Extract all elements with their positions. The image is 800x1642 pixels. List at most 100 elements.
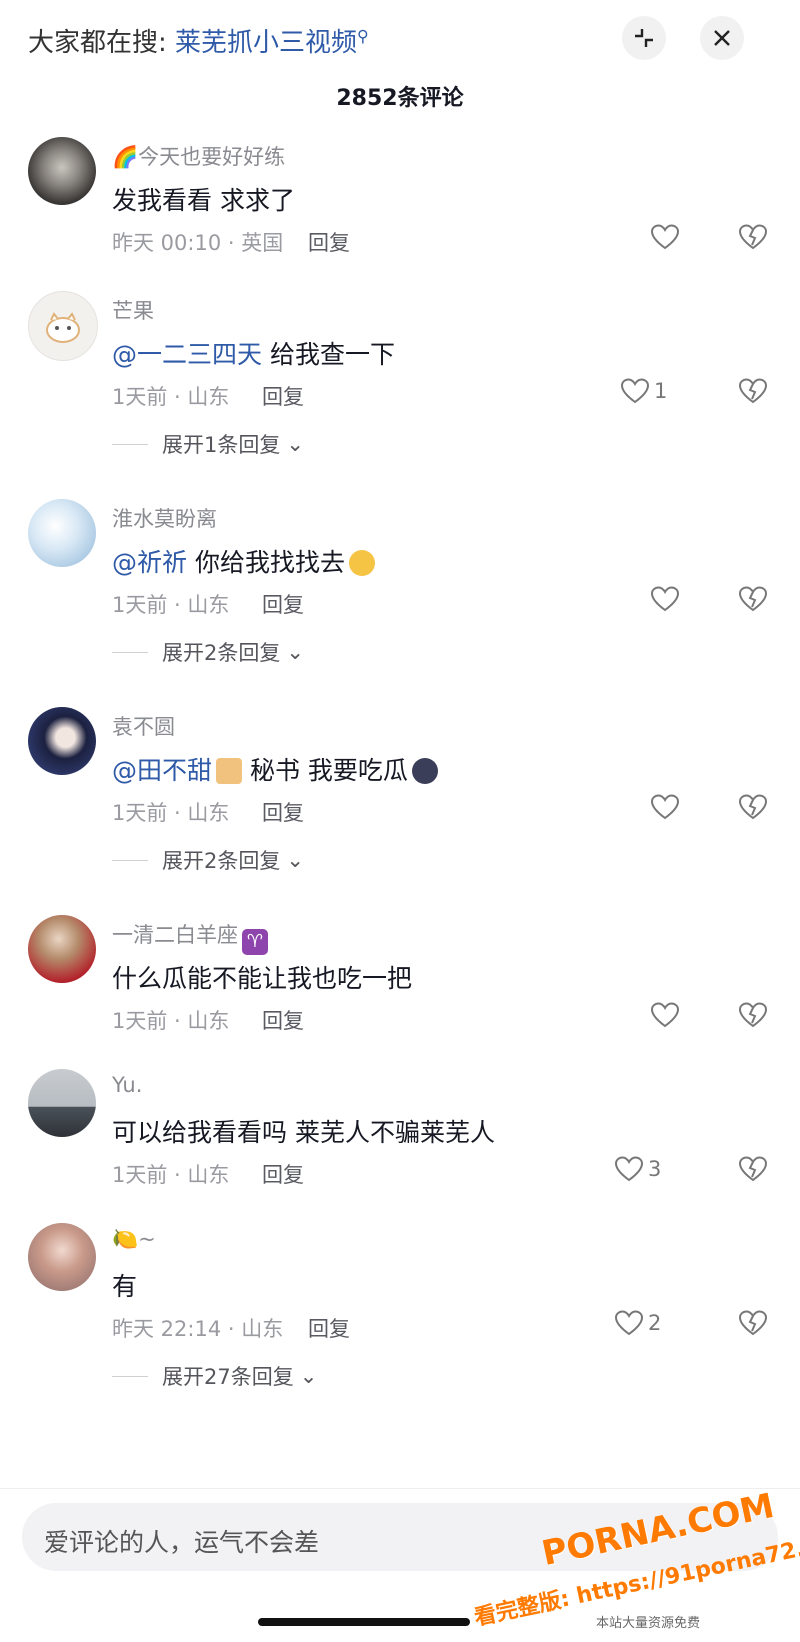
search-icon: ⚲ — [357, 26, 369, 46]
like-button[interactable] — [650, 793, 684, 821]
dislike-button[interactable] — [738, 223, 768, 255]
reply-button[interactable]: 回复 — [262, 1005, 304, 1035]
comment-text: 有 — [112, 1267, 137, 1303]
chevron-down-icon: ⌄ — [286, 848, 304, 872]
comment-time-location: 1天前 · 山东 — [112, 1163, 230, 1187]
like-button[interactable]: 2 — [614, 1309, 661, 1337]
home-indicator — [258, 1618, 470, 1626]
reply-button[interactable]: 回复 — [308, 1313, 350, 1343]
comment-body: 你给我找找去 — [187, 548, 345, 577]
like-button[interactable] — [650, 585, 684, 613]
close-icon — [714, 30, 730, 46]
avatar[interactable] — [28, 707, 96, 775]
avatar[interactable] — [28, 1223, 96, 1291]
dislike-button[interactable] — [738, 1001, 768, 1033]
comment-body: 可以给我看看吗 莱芜人不骗莱芜人 — [112, 1118, 495, 1147]
like-button[interactable]: 1 — [620, 377, 667, 405]
expand-replies[interactable]: 展开1条回复 ⌄ — [112, 429, 304, 459]
heart-icon — [650, 1002, 680, 1028]
comment-text: 什么瓜能不能让我也吃一把 — [112, 959, 412, 995]
reply-button[interactable]: 回复 — [262, 1159, 304, 1189]
comment-time-location: 1天前 · 山东 — [112, 801, 230, 825]
cat-avatar-icon — [46, 312, 80, 343]
comment-author-label[interactable]: 一清二白羊座 — [112, 923, 238, 947]
comment-input-placeholder: 爱评论的人，运气不会差 — [44, 1528, 320, 1557]
search-prefix: 大家都在搜: — [28, 28, 176, 58]
broken-heart-icon — [738, 586, 768, 612]
close-button[interactable] — [700, 16, 744, 60]
divider-line — [112, 1375, 148, 1377]
like-button[interactable]: 3 — [614, 1155, 661, 1183]
heart-icon — [650, 224, 680, 250]
comment-author[interactable]: 🍋~ — [112, 1227, 156, 1252]
reply-button[interactable]: 回复 — [262, 589, 304, 619]
dislike-button[interactable] — [738, 585, 768, 617]
reply-button[interactable]: 回复 — [262, 381, 304, 411]
broken-heart-icon — [738, 794, 768, 820]
chevron-down-icon: ⌄ — [286, 432, 304, 456]
chevron-down-icon: ⌄ — [286, 640, 304, 664]
comment-author[interactable]: 淮水莫盼离 — [112, 503, 217, 533]
comment-count-title: 2852条评论 — [336, 86, 464, 111]
divider-line — [112, 859, 148, 861]
like-button[interactable] — [650, 223, 684, 251]
divider-line — [112, 651, 148, 653]
avatar[interactable] — [28, 499, 96, 567]
like-count: 2 — [648, 1311, 662, 1335]
avatar[interactable] — [28, 1069, 96, 1137]
expand-replies-label: 展开1条回复 — [162, 433, 281, 457]
comment-author: 一清二白羊座 ♈ — [112, 919, 268, 955]
comment-author[interactable]: 袁不圆 — [112, 711, 175, 741]
comment-body: 有 — [112, 1272, 138, 1301]
dislike-button[interactable] — [738, 1155, 768, 1187]
expand-replies-label: 展开2条回复 — [162, 641, 281, 665]
comment-body: 发我看看 求求了 — [112, 186, 295, 215]
broken-heart-icon — [738, 224, 768, 250]
expand-replies-label: 展开2条回复 — [162, 849, 281, 873]
dark-face-emoji-icon — [411, 758, 438, 784]
cake-emoji-icon — [216, 758, 243, 784]
dislike-button[interactable] — [738, 793, 768, 825]
like-button[interactable] — [650, 1001, 684, 1029]
avatar[interactable] — [28, 137, 96, 205]
watermark-note: 本站大量资源免费 — [596, 1616, 701, 1631]
search-keyword-link[interactable]: 莱芜抓小三视频 — [175, 28, 357, 58]
comment-mention[interactable]: @田不甜 — [112, 756, 212, 785]
expand-replies[interactable]: 展开2条回复 ⌄ — [112, 637, 304, 667]
search-suggestion[interactable]: 大家都在搜: 莱芜抓小三视频⚲ — [28, 22, 369, 59]
collapse-icon — [635, 29, 653, 47]
reply-button[interactable]: 回复 — [262, 797, 304, 827]
reply-button[interactable]: 回复 — [308, 227, 350, 257]
avatar[interactable] — [28, 291, 98, 361]
comment-text: @田不甜 秘书 我要吃瓜 — [112, 751, 438, 787]
avatar[interactable] — [28, 915, 96, 983]
comment-time-location: 昨天 00:10 · 英国 — [112, 231, 284, 255]
chevron-down-icon: ⌄ — [299, 1364, 318, 1388]
collapse-button[interactable] — [622, 16, 666, 60]
comment-time-location: 昨天 22:14 · 山东 — [112, 1317, 284, 1341]
broken-heart-icon — [738, 1002, 768, 1028]
comment-author[interactable]: Yu. — [112, 1073, 142, 1097]
heart-icon — [650, 586, 680, 612]
broken-heart-icon — [738, 378, 768, 404]
comment-text: @一二三四天 给我查一下 — [112, 335, 395, 371]
comment-mention[interactable]: @一二三四天 — [112, 340, 262, 369]
dislike-button[interactable] — [738, 1309, 768, 1341]
dislike-button[interactable] — [738, 377, 768, 409]
comment-time-location: 1天前 · 山东 — [112, 385, 230, 409]
comment-text: @祈祈 你给我找找去 — [112, 543, 375, 579]
divider-line — [112, 443, 148, 445]
broken-heart-icon — [738, 1310, 768, 1336]
aries-zodiac-icon: ♈ — [242, 929, 268, 955]
expand-replies[interactable]: 展开2条回复 ⌄ — [112, 845, 304, 875]
comment-author[interactable]: 🌈今天也要好好练 — [112, 141, 285, 171]
comment-text: 发我看看 求求了 — [112, 181, 295, 217]
top-bar: 大家都在搜: 莱芜抓小三视频⚲ — [0, 0, 800, 80]
comment-body: 给我查一下 — [262, 340, 395, 369]
comment-mention[interactable]: @祈祈 — [112, 548, 187, 577]
comment-time-location: 1天前 · 山东 — [112, 593, 230, 617]
comment-author[interactable]: 芒果 — [112, 295, 154, 325]
comment-time-location: 1天前 · 山东 — [112, 1009, 230, 1033]
expand-replies[interactable]: 展开27条回复 ⌄ — [112, 1361, 317, 1391]
heart-icon — [620, 378, 650, 404]
